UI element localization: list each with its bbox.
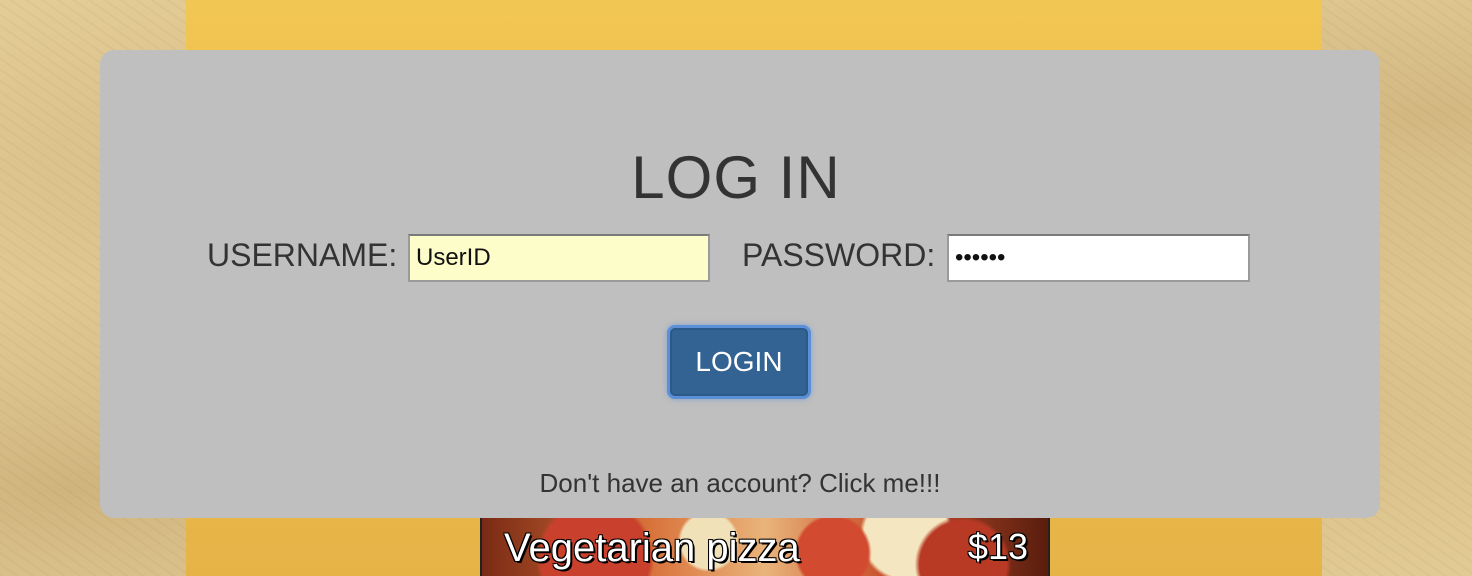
password-label: PASSWORD: xyxy=(742,237,936,273)
login-button[interactable]: LOGIN xyxy=(670,328,808,396)
login-panel xyxy=(100,50,1380,518)
username-label: USERNAME: xyxy=(207,237,398,273)
menu-item-card[interactable]: Vegetarian pizza $13 xyxy=(480,518,1050,576)
menu-item-price: $13 xyxy=(967,526,1028,567)
page-title: LOG IN xyxy=(631,144,841,211)
menu-item-name: Vegetarian pizza xyxy=(504,526,800,570)
signup-link[interactable]: Don't have an account? Click me!!! xyxy=(0,468,1472,499)
password-input[interactable] xyxy=(947,234,1250,282)
username-input[interactable] xyxy=(408,234,710,282)
